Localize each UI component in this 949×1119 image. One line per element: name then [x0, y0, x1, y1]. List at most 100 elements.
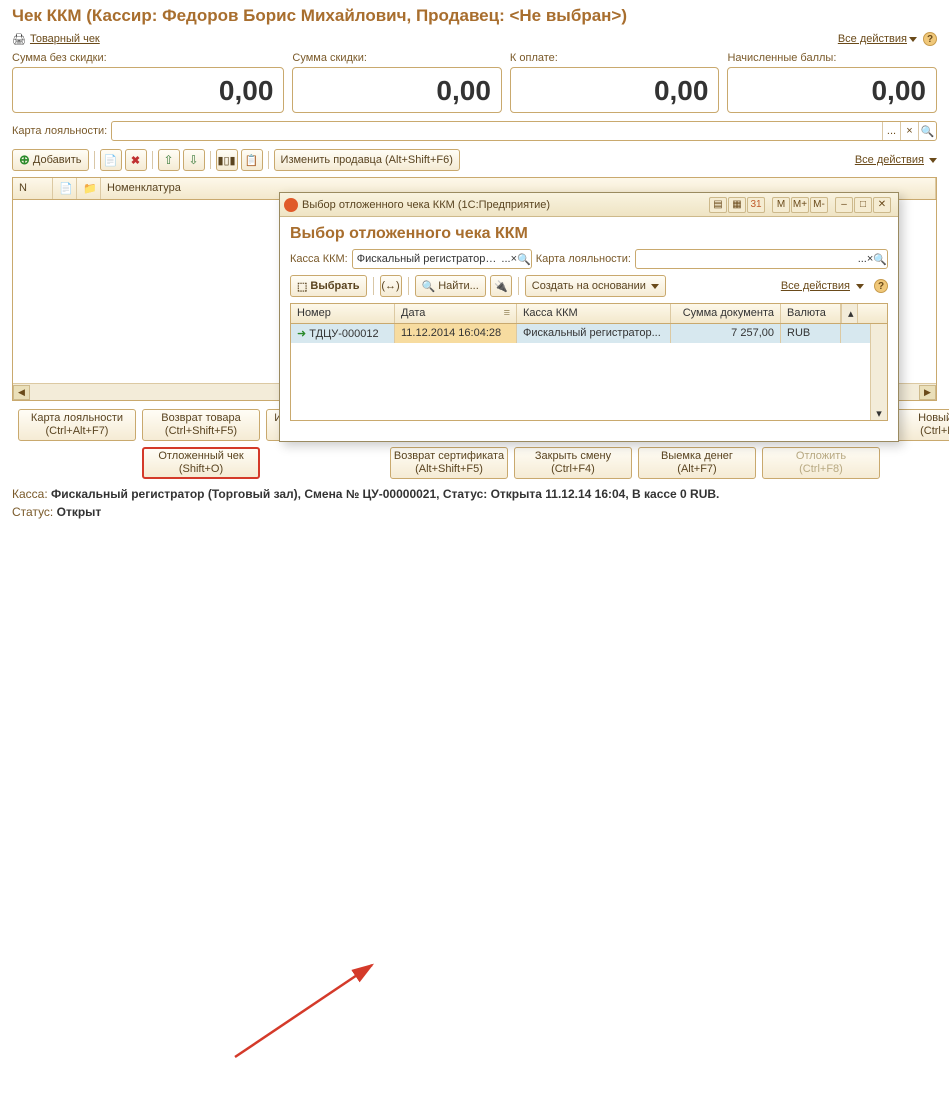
copy-button[interactable]: 📄: [100, 149, 122, 171]
close-shift-button[interactable]: Закрыть смену(Ctrl+F4): [514, 447, 632, 479]
col-n[interactable]: N: [13, 178, 53, 199]
find-label: Найти...: [438, 280, 479, 292]
calendar-icon[interactable]: 31: [747, 197, 765, 213]
loyalty-input[interactable]: ... × 🔍: [111, 121, 937, 141]
deferred-check-button[interactable]: Отложенный чек(Shift+O): [142, 447, 260, 479]
col-icon1[interactable]: 📄: [53, 178, 77, 199]
col-number[interactable]: Номер: [291, 304, 395, 323]
scroll-left-icon[interactable]: ◀: [13, 385, 30, 400]
delete-button[interactable]: ✖: [125, 149, 147, 171]
maximize-icon[interactable]: □: [854, 197, 872, 213]
modal-title: Выбор отложенного чека ККМ: [280, 217, 898, 249]
loyalty-card-button[interactable]: Карта лояльности(Ctrl+Alt+F7): [18, 409, 136, 441]
modal-grid-header: Номер Дата ≡ Касса ККМ Сумма документа В…: [291, 304, 887, 324]
clear-search-icon: 🔌: [494, 280, 508, 293]
scroll-right-icon[interactable]: ▶: [919, 385, 936, 400]
chevron-down-icon[interactable]: [909, 37, 917, 42]
return-cert-button[interactable]: Возврат сертификата(Alt+Shift+F5): [390, 447, 508, 479]
find-button[interactable]: 🔍Найти...: [415, 275, 486, 297]
zoom-icon[interactable]: 🔍: [918, 122, 936, 140]
status-bar: Касса: Фискальный регистратор (Торговый …: [0, 479, 949, 521]
row-kkm: Фискальный регистратор...: [517, 324, 671, 343]
col-kkm[interactable]: Касса ККМ: [517, 304, 671, 323]
status-kassa-label: Касса:: [12, 487, 48, 501]
grid-all-actions[interactable]: Все действия: [855, 154, 924, 166]
mem-mp-button[interactable]: M+: [791, 197, 809, 213]
refresh-button[interactable]: (↔): [380, 275, 402, 297]
lookup-icon[interactable]: ...: [858, 253, 867, 265]
modal-all-actions[interactable]: Все действия: [781, 280, 850, 292]
change-seller-button[interactable]: Изменить продавца (Alt+Shift+F6): [274, 149, 460, 171]
zoom-icon[interactable]: 🔍: [873, 253, 887, 266]
sum-points-value: 0,00: [727, 67, 937, 113]
sort-desc-icon: ≡: [504, 307, 510, 319]
row-date: 11.12.2014 16:04:28: [395, 324, 517, 343]
sum-to-pay-value: 0,00: [510, 67, 720, 113]
mem-mm-button[interactable]: M-: [810, 197, 828, 213]
minimize-icon[interactable]: –: [835, 197, 853, 213]
chevron-down-icon[interactable]: [856, 284, 864, 289]
print-icon: 🖨: [12, 33, 26, 46]
arrow-down-icon: ⇩: [189, 153, 199, 167]
clear-find-button[interactable]: 🔌: [490, 275, 512, 297]
lookup-icon[interactable]: ...: [882, 122, 900, 140]
goods-receipt-link[interactable]: Товарный чек: [30, 33, 100, 45]
annotation-arrow: [0, 521, 949, 1119]
move-up-button[interactable]: ⇧: [158, 149, 180, 171]
sum-no-discount-label: Сумма без скидки:: [12, 52, 284, 64]
status-kassa-text: Фискальный регистратор (Торговый зал), С…: [51, 487, 719, 501]
col-sum[interactable]: Сумма документа: [671, 304, 781, 323]
col-currency[interactable]: Валюта: [781, 304, 841, 323]
select-button-label: Выбрать: [310, 280, 359, 292]
scroll-up-icon[interactable]: ▴: [841, 304, 858, 323]
withdraw-button[interactable]: Выемка денег(Alt+F7): [638, 447, 756, 479]
create-based-on-label: Создать на основании: [532, 280, 646, 292]
modal-loyalty-input[interactable]: ... × 🔍: [635, 249, 888, 269]
clear-icon[interactable]: ×: [900, 122, 918, 140]
loyalty-label: Карта лояльности:: [12, 125, 107, 137]
barcode-button[interactable]: ▮▯▮: [216, 149, 238, 171]
table-row[interactable]: ➜ ТДЦУ-000012 11.12.2014 16:04:28 Фискал…: [291, 324, 870, 343]
list-button[interactable]: 📋: [241, 149, 263, 171]
sum-discount-value: 0,00: [292, 67, 502, 113]
status-label: Статус:: [12, 505, 53, 519]
lookup-icon[interactable]: ...: [501, 253, 510, 265]
status-text: Открыт: [57, 505, 102, 519]
plus-icon: ⊕: [19, 152, 30, 168]
modal-toolbar: ⬚Выбрать (↔) 🔍Найти... 🔌 Создать на осно…: [280, 275, 898, 303]
chevron-down-icon[interactable]: [929, 158, 937, 163]
col-date[interactable]: Дата ≡: [395, 304, 517, 323]
modal-grid: Номер Дата ≡ Касса ККМ Сумма документа В…: [290, 303, 888, 421]
row-number: ТДЦУ-000012: [309, 328, 378, 340]
row-sum: 7 257,00: [671, 324, 781, 343]
report-icon[interactable]: ▤: [709, 197, 727, 213]
help-icon[interactable]: ?: [923, 32, 937, 46]
mem-m-button[interactable]: M: [772, 197, 790, 213]
zoom-icon[interactable]: 🔍: [517, 253, 531, 266]
calc-icon[interactable]: ▦: [728, 197, 746, 213]
all-actions-link[interactable]: Все действия: [838, 33, 907, 45]
x-icon: ✖: [131, 154, 140, 167]
refresh-icon: (↔): [381, 280, 399, 292]
col-icon2[interactable]: 📁: [77, 178, 101, 199]
postpone-button[interactable]: Отложить(Ctrl+F8): [762, 447, 880, 479]
close-icon[interactable]: ✕: [873, 197, 891, 213]
sums-row: Сумма без скидки: 0,00 Сумма скидки: 0,0…: [0, 52, 949, 119]
modal-titlebar[interactable]: Выбор отложенного чека ККМ (1С:Предприят…: [280, 193, 898, 217]
chevron-down-icon: [651, 284, 659, 289]
modal-kkm-input[interactable]: Фискальный регистратор (Торг ... × 🔍: [352, 249, 532, 269]
modal-kkm-value: Фискальный регистратор (Торг: [353, 253, 502, 265]
modal-filter-row: Касса ККМ: Фискальный регистратор (Торг …: [280, 249, 898, 275]
sum-discount-label: Сумма скидки:: [292, 52, 502, 64]
create-based-on-button[interactable]: Создать на основании: [525, 275, 666, 297]
select-icon: ⬚: [297, 280, 307, 293]
help-icon[interactable]: ?: [874, 279, 888, 293]
select-button[interactable]: ⬚Выбрать: [290, 275, 367, 297]
vertical-scrollbar[interactable]: ▾: [870, 324, 887, 420]
return-button[interactable]: Возврат товара(Ctrl+Shift+F5): [142, 409, 260, 441]
copy-icon: 📄: [104, 154, 118, 167]
move-down-button[interactable]: ⇩: [183, 149, 205, 171]
row-currency: RUB: [781, 324, 841, 343]
modal-loyalty-label: Карта лояльности:: [536, 253, 631, 265]
add-button[interactable]: ⊕Добавить: [12, 149, 89, 171]
